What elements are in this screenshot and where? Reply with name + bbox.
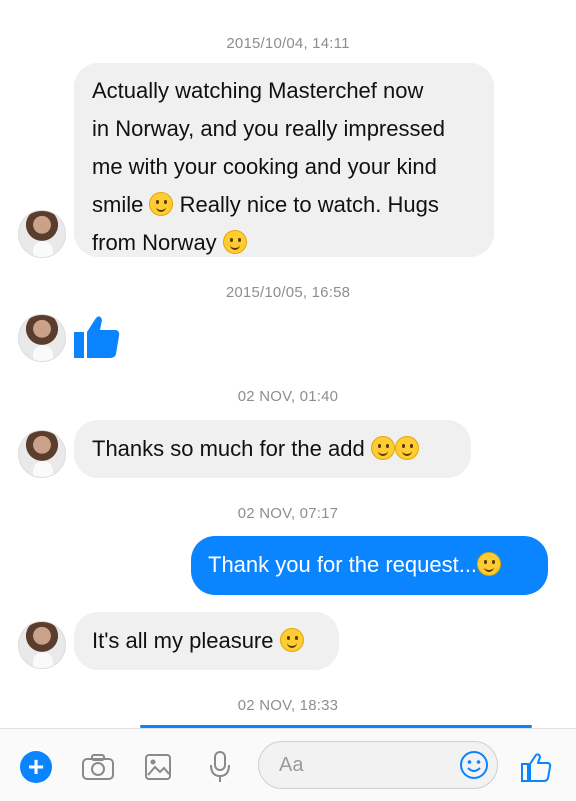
message-text: Thanks so much for the add: [92, 436, 365, 461]
blush-emoji-icon: [477, 552, 502, 576]
message-text: Thank you for the request...: [208, 552, 478, 577]
thumbs-up-icon[interactable]: [72, 312, 122, 362]
message-input-placeholder: Aa: [279, 754, 304, 776]
timestamp: 02 NOV, 07:17: [237, 505, 339, 522]
plus-icon[interactable]: +: [20, 751, 52, 783]
avatar[interactable]: [18, 430, 66, 478]
blush-emoji-icon: [370, 436, 395, 460]
timestamp: 2015/10/04, 14:11: [226, 35, 350, 52]
camera-icon[interactable]: [80, 749, 116, 785]
message-text: in Norway, and you really impressed: [92, 116, 445, 141]
message-text: Actually watching Masterchef now: [92, 78, 424, 103]
thumbs-up-icon[interactable]: [518, 749, 554, 785]
emoji-icon[interactable]: [459, 750, 489, 780]
incoming-message-bubble[interactable]: Actually watching Masterchef now in Norw…: [74, 63, 494, 257]
avatar[interactable]: [18, 621, 66, 669]
timestamp: 02 NOV, 01:40: [237, 388, 339, 405]
message-text: me with your cooking and your kind: [92, 154, 437, 179]
smile-emoji-icon: [222, 230, 247, 254]
composer-toolbar: + Aa: [0, 728, 576, 801]
smile-emoji-icon: [149, 192, 174, 216]
wink-emoji-icon: [394, 436, 419, 460]
message-text: smile Really nice to watch. Hugs: [92, 192, 439, 217]
timestamp: 2015/10/05, 16:58: [225, 284, 351, 301]
microphone-icon[interactable]: [202, 749, 238, 785]
incoming-message-bubble[interactable]: It's all my pleasure: [74, 612, 339, 670]
blush-emoji-icon: [279, 628, 304, 652]
message-text: It's all my pleasure: [92, 628, 274, 653]
message-input[interactable]: Aa: [258, 741, 498, 789]
avatar[interactable]: [18, 210, 66, 258]
timestamp: 02 NOV, 18:33: [237, 697, 339, 714]
incoming-message-bubble[interactable]: Thanks so much for the add: [74, 420, 471, 478]
image-icon[interactable]: [140, 749, 176, 785]
outgoing-message-bubble[interactable]: Thank you for the request...: [191, 536, 548, 595]
avatar[interactable]: [18, 314, 66, 362]
message-text: from Norway: [92, 224, 476, 262]
